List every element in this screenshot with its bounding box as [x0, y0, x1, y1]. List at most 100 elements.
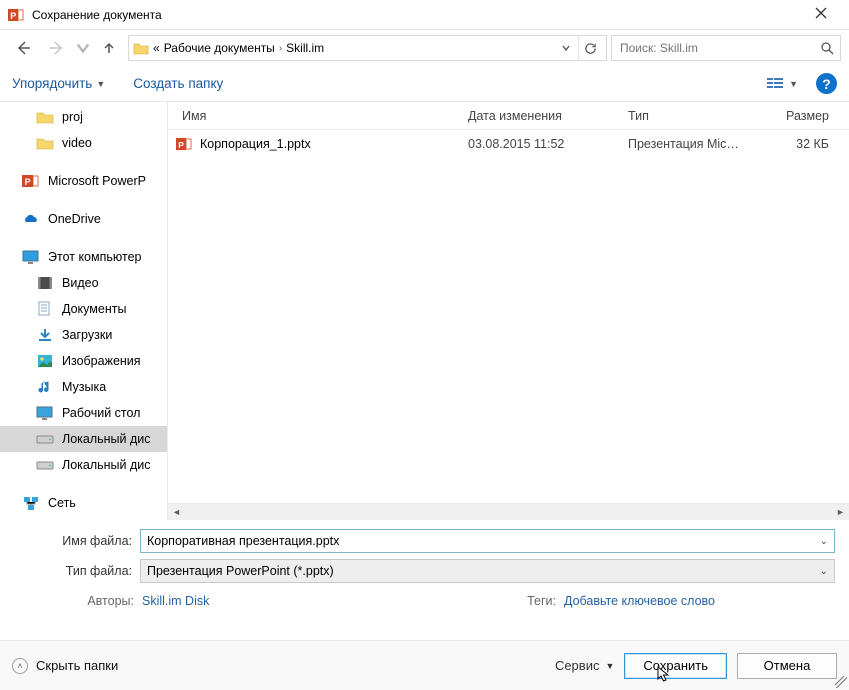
hide-folders-button[interactable]: ˄ Скрыть папки: [12, 658, 118, 674]
file-area: Имя Дата изменения Тип Размер P Корпорац…: [168, 102, 849, 520]
chevron-up-icon: ˄: [12, 658, 28, 674]
arrow-up-icon: [102, 41, 116, 55]
search-icon: [820, 41, 834, 55]
new-folder-button[interactable]: Создать папку: [133, 76, 223, 91]
file-name: Корпорация_1.pptx: [200, 137, 311, 151]
mouse-cursor-icon: [657, 666, 671, 684]
authors-label: Авторы:: [14, 594, 142, 608]
organize-button[interactable]: Упорядочить ▼: [12, 76, 105, 91]
window-title: Сохранение документа: [32, 8, 801, 22]
drive-icon: [36, 457, 54, 473]
chevron-down-icon[interactable]: ⌄: [814, 536, 828, 547]
body-split: proj video P Microsoft PowerP OneDrive Э…: [0, 102, 849, 520]
cancel-button[interactable]: Отмена: [737, 653, 837, 679]
onedrive-icon: [22, 211, 40, 227]
file-type: Презентация Mic…: [618, 137, 754, 151]
col-size[interactable]: Размер: [754, 109, 849, 123]
authors-value[interactable]: Skill.im Disk: [142, 594, 209, 608]
nav-tree[interactable]: proj video P Microsoft PowerP OneDrive Э…: [0, 102, 168, 520]
service-button[interactable]: Сервис ▼: [555, 658, 614, 673]
tree-node-documents[interactable]: Документы: [0, 296, 167, 322]
drive-icon: [36, 431, 54, 447]
col-name[interactable]: Имя: [168, 109, 458, 123]
search-input[interactable]: [618, 40, 820, 56]
file-date: 03.08.2015 11:52: [458, 137, 618, 151]
crumb-1[interactable]: Рабочие документы: [164, 41, 275, 55]
svg-text:P: P: [10, 11, 16, 21]
title-bar: P Сохранение документа: [0, 0, 849, 30]
pptx-file-icon: P: [176, 136, 192, 152]
chevron-down-icon: ▼: [96, 79, 105, 89]
tree-node-downloads[interactable]: Загрузки: [0, 322, 167, 348]
chevron-down-icon[interactable]: ⌄: [814, 566, 828, 577]
breadcrumb[interactable]: « Рабочие документы › Skill.im: [153, 41, 554, 55]
address-bar[interactable]: « Рабочие документы › Skill.im: [128, 35, 607, 61]
monitor-icon: [22, 249, 40, 265]
pictures-icon: [36, 353, 54, 369]
col-date[interactable]: Дата изменения: [458, 109, 618, 123]
filetype-label: Тип файла:: [14, 564, 132, 578]
scroll-left-button[interactable]: ◄: [168, 504, 185, 521]
chevron-down-icon: ▼: [789, 79, 798, 89]
tree-node-onedrive[interactable]: OneDrive: [0, 206, 167, 232]
svg-text:P: P: [178, 140, 184, 150]
nav-recent-button[interactable]: [76, 34, 90, 62]
powerpoint-icon: P: [22, 173, 40, 189]
film-icon: [36, 275, 54, 291]
toolbar: Упорядочить ▼ Создать папку ▼ ?: [0, 66, 849, 102]
file-header: Имя Дата изменения Тип Размер: [168, 102, 849, 130]
view-details-icon: [767, 77, 783, 91]
footer: ˄ Скрыть папки Сервис ▼ Сохранить Отмена: [0, 640, 849, 690]
nav-row: « Рабочие документы › Skill.im: [0, 30, 849, 66]
crumb-2[interactable]: Skill.im: [286, 41, 324, 55]
filename-label: Имя файла:: [14, 534, 132, 548]
arrow-left-icon: [15, 40, 31, 56]
tree-node-proj[interactable]: proj: [0, 104, 167, 130]
help-button[interactable]: ?: [816, 73, 837, 94]
tree-node-network[interactable]: Сеть: [0, 490, 167, 516]
scroll-right-button[interactable]: ►: [832, 504, 849, 521]
nav-forward-button[interactable]: [42, 34, 72, 62]
address-dropdown[interactable]: [558, 41, 574, 55]
file-row[interactable]: P Корпорация_1.pptx 03.08.2015 11:52 Пре…: [168, 130, 849, 158]
nav-up-button[interactable]: [94, 34, 124, 62]
refresh-button[interactable]: [578, 36, 602, 60]
tree-node-powerpoint[interactable]: P Microsoft PowerP: [0, 168, 167, 194]
folder-icon: [36, 135, 54, 151]
documents-icon: [36, 301, 54, 317]
download-icon: [36, 327, 54, 343]
tags-label: Теги:: [527, 594, 564, 608]
chevron-down-icon: [76, 40, 90, 56]
tags-value[interactable]: Добавьте ключевое слово: [564, 594, 715, 608]
tree-node-video[interactable]: video: [0, 130, 167, 156]
arrow-right-icon: [49, 40, 65, 56]
filename-input[interactable]: Корпоративная презентация.pptx ⌄: [140, 529, 835, 553]
horizontal-scrollbar[interactable]: ◄ ►: [168, 503, 849, 520]
tree-node-localdisk[interactable]: Локальный дис: [0, 452, 167, 478]
refresh-icon: [584, 42, 597, 55]
close-button[interactable]: [801, 6, 841, 24]
tree-node-videos[interactable]: Видео: [0, 270, 167, 296]
tree-node-music[interactable]: Музыка: [0, 374, 167, 400]
file-size: 32 КБ: [754, 137, 849, 151]
save-button[interactable]: Сохранить: [624, 653, 727, 679]
col-type[interactable]: Тип: [618, 109, 754, 123]
tree-node-pictures[interactable]: Изображения: [0, 348, 167, 374]
folder-icon: [133, 40, 149, 56]
chevron-down-icon: [562, 44, 570, 52]
chevron-right-icon: ›: [279, 43, 282, 54]
tree-node-localdisk-selected[interactable]: Локальный дис: [0, 426, 167, 452]
network-icon: [22, 495, 40, 511]
crumb-prefix: «: [153, 41, 160, 55]
view-mode-button[interactable]: ▼: [767, 77, 798, 91]
tree-node-thispc[interactable]: Этот компьютер: [0, 244, 167, 270]
filetype-select[interactable]: Презентация PowerPoint (*.pptx) ⌄: [140, 559, 835, 583]
powerpoint-app-icon: P: [8, 7, 24, 23]
search-box[interactable]: [611, 35, 841, 61]
resize-grip-icon[interactable]: [835, 676, 847, 688]
nav-back-button[interactable]: [8, 34, 38, 62]
tree-node-desktop[interactable]: Рабочий стол: [0, 400, 167, 426]
folder-icon: [36, 109, 54, 125]
chevron-down-icon: ▼: [605, 661, 614, 671]
save-form: Имя файла: Корпоративная презентация.ppt…: [0, 520, 849, 608]
